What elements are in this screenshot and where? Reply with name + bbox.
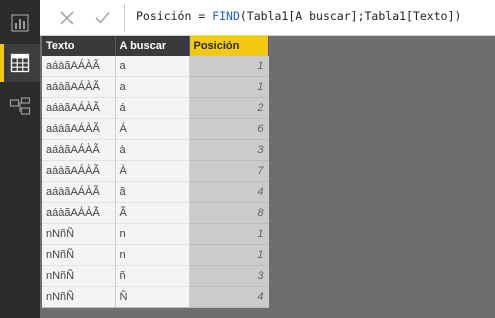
close-icon (60, 10, 74, 25)
relationships-view-button[interactable] (0, 88, 40, 126)
cell-posicion[interactable]: 8 (189, 202, 269, 224)
cell-posicion[interactable]: 4 (189, 181, 269, 203)
table-row[interactable]: aáàãAÁÀÃ À 7 (42, 160, 269, 182)
cell-a-buscar[interactable]: a (115, 76, 190, 98)
cell-texto[interactable]: nNñÑ (42, 265, 116, 287)
table-row[interactable]: aáàãAÁÀÃ á 2 (42, 97, 269, 119)
table-row[interactable]: nNñÑ Ñ 4 (42, 286, 269, 308)
table-row[interactable]: aáàãAÁÀÃ Ã 8 (42, 202, 269, 224)
cell-posicion[interactable]: 2 (189, 97, 269, 119)
data-table: Texto A buscar Posición aáàãAÁÀÃ a 1 aáàãAÁ… (42, 36, 269, 308)
cell-texto[interactable]: aáàãAÁÀÃ (42, 202, 116, 224)
column-header-texto[interactable]: Texto (42, 36, 116, 56)
cell-texto[interactable]: aáàãAÁÀÃ (42, 139, 116, 161)
cancel-formula-button[interactable] (52, 3, 82, 32)
table-row[interactable]: aáàãAÁÀÃ Á 6 (42, 118, 269, 140)
cell-a-buscar[interactable]: À (115, 160, 190, 182)
formula-column-name: Posición (136, 9, 192, 23)
report-view-button[interactable] (0, 4, 40, 42)
table-row[interactable]: nNñÑ ñ 3 (42, 265, 269, 287)
formula-operator: = (191, 9, 213, 23)
cell-posicion[interactable]: 1 (189, 223, 269, 245)
cell-posicion[interactable]: 1 (189, 56, 269, 77)
cell-posicion[interactable]: 6 (189, 118, 269, 140)
cell-texto[interactable]: aáàãAÁÀÃ (42, 181, 116, 203)
cell-texto[interactable]: aáàãAÁÀÃ (42, 118, 116, 140)
cell-a-buscar[interactable]: Á (115, 118, 190, 140)
cell-a-buscar[interactable]: Ñ (115, 286, 190, 308)
cell-a-buscar[interactable]: n (115, 244, 190, 266)
cell-texto[interactable]: aáàãAÁÀÃ (42, 97, 116, 119)
cell-texto[interactable]: nNñÑ (42, 223, 116, 245)
cell-a-buscar[interactable]: n (115, 223, 190, 245)
table-row[interactable]: nNñÑ n 1 (42, 244, 269, 266)
relationships-icon (9, 97, 31, 115)
cell-a-buscar[interactable]: a (115, 56, 190, 77)
cell-texto[interactable]: nNñÑ (42, 286, 116, 308)
formula-bar: Posición = FIND(Tabla1[A buscar];Tabla1[… (40, 0, 495, 36)
table-body: aáàãAÁÀÃ a 1 aáàãAÁÀÃ a 1 aáàãAÁÀÃ á 2 aáàãAÁÀÃ Á 6… (42, 56, 269, 308)
cell-texto[interactable]: aáàãAÁÀÃ (42, 76, 116, 98)
formula-function: FIND (212, 9, 240, 23)
cell-texto[interactable]: aáàãAÁÀÃ (42, 56, 116, 77)
column-header-posicion[interactable]: Posición (189, 36, 269, 56)
table-icon (10, 53, 30, 73)
view-switcher-rail (0, 0, 40, 318)
cell-a-buscar[interactable]: á (115, 97, 190, 119)
cell-posicion[interactable]: 7 (189, 160, 269, 182)
cell-posicion[interactable]: 1 (189, 76, 269, 98)
formula-input[interactable]: Posición = FIND(Tabla1[A buscar];Tabla1[… (136, 9, 489, 23)
column-header-a-buscar[interactable]: A buscar (115, 36, 190, 56)
cell-posicion[interactable]: 1 (189, 244, 269, 266)
table-row[interactable]: nNñÑ n 1 (42, 223, 269, 245)
table-row[interactable]: aáàãAÁÀÃ à 3 (42, 139, 269, 161)
cell-a-buscar[interactable]: Ã (115, 202, 190, 224)
formula-arguments: (Tabla1[A buscar];Tabla1[Texto]) (239, 9, 462, 23)
table-row[interactable]: aáàãAÁÀÃ ã 4 (42, 181, 269, 203)
cell-posicion[interactable]: 3 (189, 265, 269, 287)
cell-texto[interactable]: aáàãAÁÀÃ (42, 160, 116, 182)
formula-bar-separator (124, 4, 125, 32)
cell-posicion[interactable]: 3 (189, 139, 269, 161)
cell-a-buscar[interactable]: ñ (115, 265, 190, 287)
table-row[interactable]: aáàãAÁÀÃ a 1 (42, 56, 269, 77)
commit-formula-button[interactable] (87, 3, 117, 32)
table-row[interactable]: aáàãAÁÀÃ a 1 (42, 76, 269, 98)
cell-posicion[interactable]: 4 (189, 286, 269, 308)
cell-texto[interactable]: nNñÑ (42, 244, 116, 266)
bar-chart-icon (11, 14, 29, 32)
cell-a-buscar[interactable]: à (115, 139, 190, 161)
checkmark-icon (94, 11, 110, 24)
data-view-button[interactable] (0, 44, 40, 82)
header-row: Texto A buscar Posición (42, 36, 269, 56)
cell-a-buscar[interactable]: ã (115, 181, 190, 203)
